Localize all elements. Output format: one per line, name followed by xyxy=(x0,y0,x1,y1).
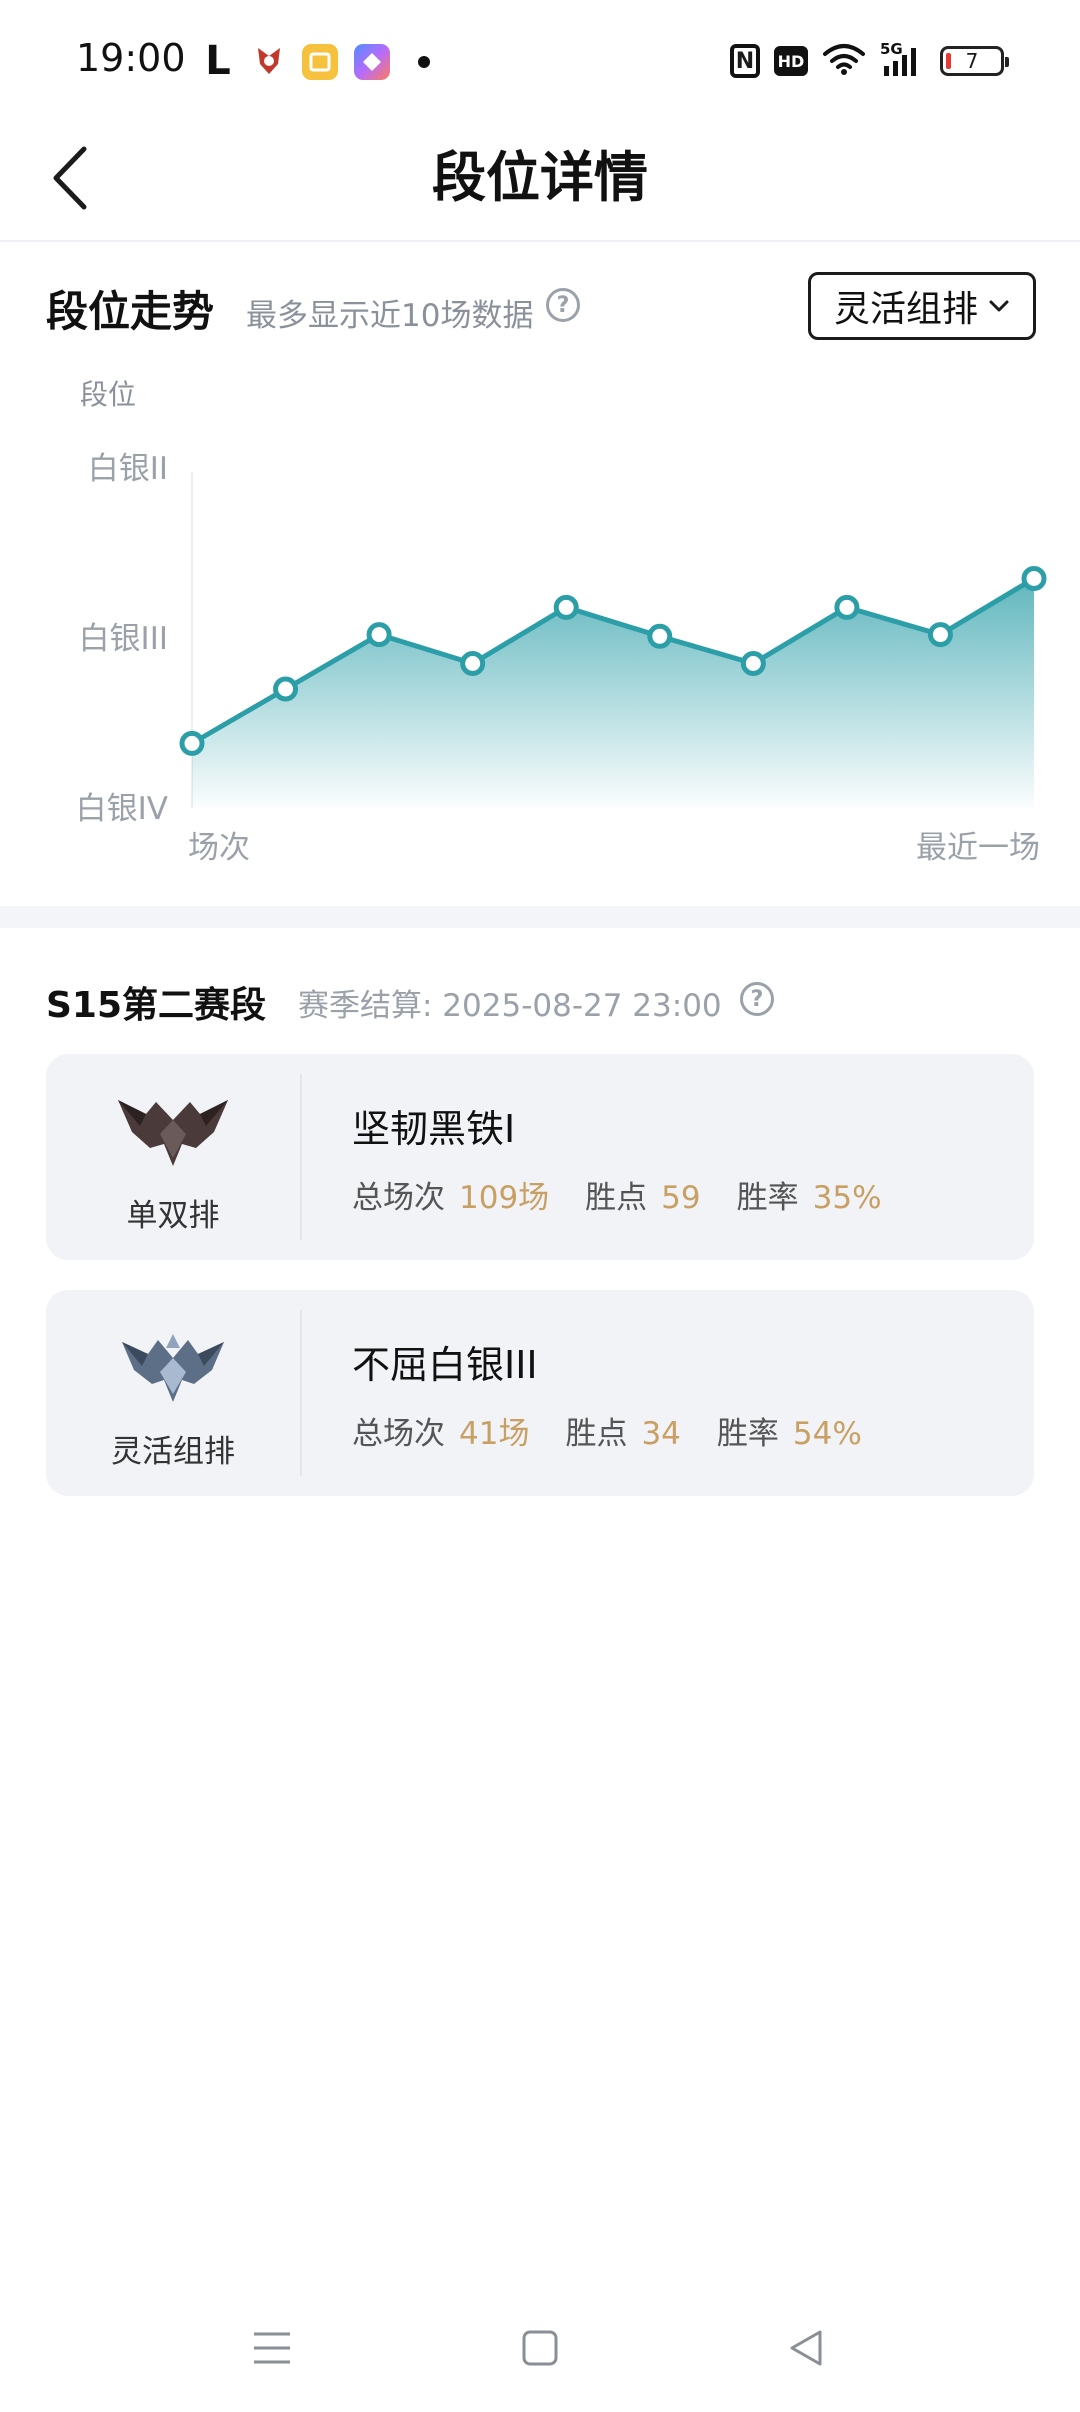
data-point[interactable] xyxy=(460,651,486,676)
chevron-down-icon xyxy=(989,300,1009,312)
rank-trend-title: 段位走势 xyxy=(46,287,215,336)
page-title: 段位详情 xyxy=(432,146,648,209)
winrate-label: 胜率 xyxy=(736,1180,799,1216)
rank-emblem-area: 单双排 xyxy=(46,1054,300,1260)
data-point[interactable] xyxy=(553,594,579,620)
silver-emblem-icon xyxy=(122,1334,224,1402)
data-point[interactable] xyxy=(179,730,205,756)
data-point[interactable] xyxy=(834,594,860,620)
help-icon[interactable]: ? xyxy=(546,288,580,322)
games-value: 41场 xyxy=(459,1416,530,1452)
winrate-label: 胜率 xyxy=(716,1416,779,1452)
lp-value: 34 xyxy=(641,1416,681,1452)
rank-name: 坚韧黑铁I xyxy=(352,1107,516,1151)
home-nav-button[interactable] xyxy=(510,2318,570,2378)
games-label: 总场次 xyxy=(352,1416,445,1452)
game-app-icon xyxy=(252,40,286,82)
data-point[interactable] xyxy=(1021,566,1047,591)
section-divider xyxy=(0,906,1080,928)
season-title: S15第二赛段 xyxy=(46,985,267,1026)
page-header: 段位详情 xyxy=(0,120,1080,242)
system-nav-bar xyxy=(0,2300,1080,2412)
winrate-value: 35% xyxy=(812,1180,882,1216)
rank-name: 不屈白银III xyxy=(352,1343,538,1387)
lp-label: 胜点 xyxy=(565,1416,628,1452)
rank-stats: 总场次 41场 胜点 34 胜率 54% xyxy=(352,1408,898,1453)
signal-icon: 5G xyxy=(880,40,926,78)
data-point[interactable] xyxy=(273,676,299,702)
back-nav-button[interactable] xyxy=(776,2318,836,2378)
rank-card-flex[interactable]: 灵活组排 不屈白银III 总场次 41场 胜点 34 胜率 54% xyxy=(46,1290,1034,1496)
rank-trend-header: 段位走势 最多显示近10场数据 ? 灵活组排 xyxy=(46,272,1036,342)
season-header: S15第二赛段 赛季结算: 2025-08-27 23:00 ? xyxy=(46,976,1036,1026)
menu-icon xyxy=(254,2332,290,2364)
battery-icon: 7 xyxy=(940,46,1009,76)
status-time: 19:00 xyxy=(76,36,186,80)
data-point[interactable] xyxy=(927,622,953,648)
queue-label: 灵活组排 xyxy=(111,1434,235,1470)
assistant-app-icon xyxy=(354,44,390,80)
data-point[interactable] xyxy=(647,623,673,649)
wifi-icon xyxy=(822,42,866,80)
season-settlement-time: 赛季结算: 2025-08-27 23:00 xyxy=(298,988,722,1024)
queue-mode-dropdown[interactable]: 灵活组排 xyxy=(808,272,1036,340)
rank-trend-chart: 段位 白银II 白银III 白银IV 场次 最近一场 xyxy=(0,360,1080,880)
notes-app-icon xyxy=(302,44,338,80)
games-label: 总场次 xyxy=(352,1180,445,1216)
y-axis-label: 段位 xyxy=(80,378,136,411)
status-bar: 19:00 L N HD 5G 7 xyxy=(0,0,1080,120)
winrate-value: 54% xyxy=(792,1416,862,1452)
lp-label: 胜点 xyxy=(585,1180,648,1216)
back-triangle-icon xyxy=(790,2330,822,2366)
card-divider xyxy=(300,1310,302,1476)
queue-mode-value: 灵活组排 xyxy=(833,289,978,330)
help-icon[interactable]: ? xyxy=(740,982,774,1016)
card-divider xyxy=(300,1074,302,1240)
data-point[interactable] xyxy=(366,622,392,648)
app-l-icon: L xyxy=(205,38,231,84)
hd-icon: HD xyxy=(774,46,808,76)
nfc-icon: N xyxy=(730,44,760,78)
rank-emblem-area: 灵活组排 xyxy=(46,1290,300,1496)
rank-card-solo[interactable]: 单双排 坚韧黑铁I 总场次 109场 胜点 59 胜率 35% xyxy=(46,1054,1034,1260)
data-point[interactable] xyxy=(740,651,766,676)
queue-label: 单双排 xyxy=(126,1198,220,1234)
y-tick-label: 白银III xyxy=(79,621,168,657)
y-tick-label: 白银II xyxy=(88,451,168,487)
rank-trend-subtitle: 最多显示近10场数据 xyxy=(246,298,534,334)
series-area xyxy=(192,578,1034,808)
menu-nav-button[interactable] xyxy=(242,2318,302,2378)
rank-trend-chart-svg: 段位 白银II 白银III 白银IV 场次 最近一场 xyxy=(76,378,1047,866)
notification-dot-icon xyxy=(418,56,430,68)
rank-stats: 总场次 109场 胜点 59 胜率 35% xyxy=(352,1172,918,1217)
iron-emblem-icon xyxy=(118,1100,228,1166)
x-axis-start-label: 场次 xyxy=(188,830,250,866)
lp-value: 59 xyxy=(661,1180,701,1216)
x-axis-end-label: 最近一场 xyxy=(916,830,1040,866)
home-square-icon xyxy=(522,2330,558,2366)
games-value: 109场 xyxy=(459,1180,550,1216)
y-tick-label: 白银IV xyxy=(76,791,168,827)
